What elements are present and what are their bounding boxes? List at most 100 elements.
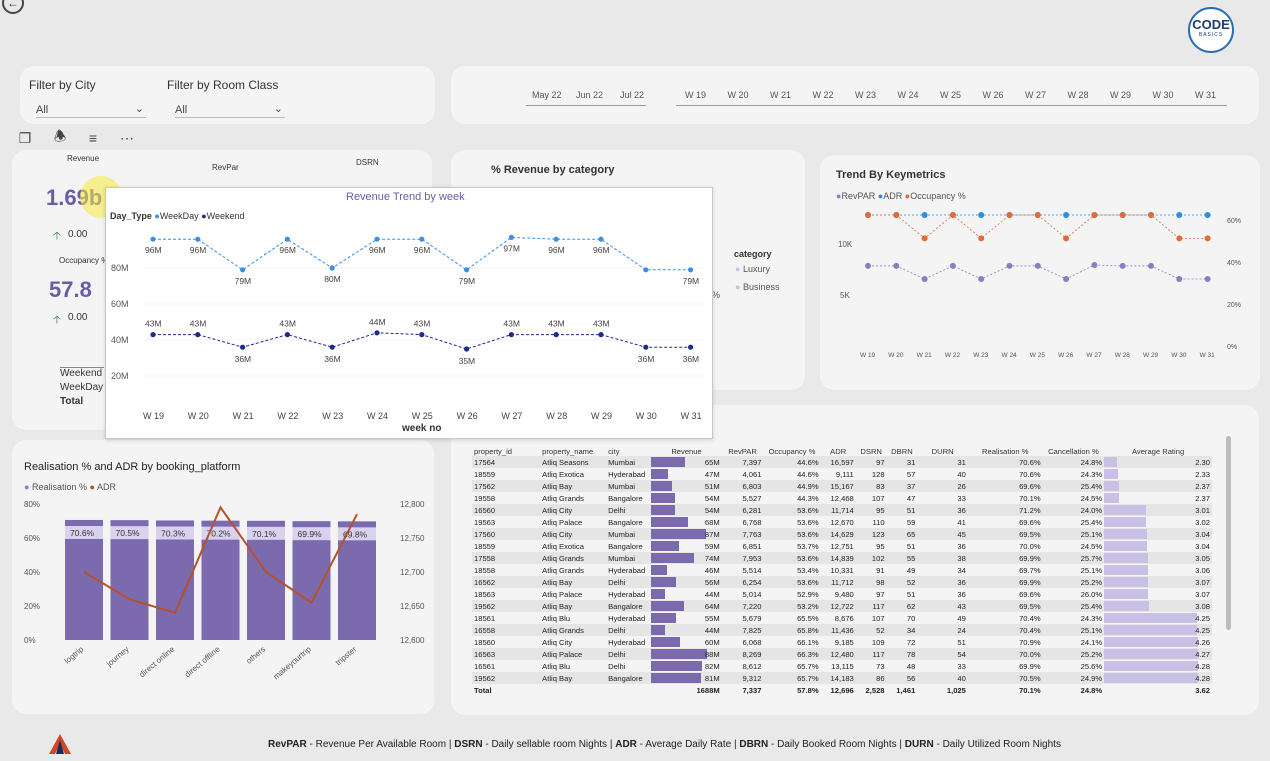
table-cell: 3.07 xyxy=(1104,576,1212,588)
week-item[interactable]: W 19 xyxy=(685,90,706,100)
table-cell: 88M xyxy=(651,648,722,660)
table-cell: 47 xyxy=(906,493,916,503)
table-row: 17558 Atliq Grands Mumbai 74M 7,953 53.6% 14,8… xyxy=(472,552,1212,564)
data-label: 96M xyxy=(369,245,386,255)
table-cell: 25.1% xyxy=(1042,528,1105,540)
week-item[interactable]: W 24 xyxy=(898,90,919,100)
week-item[interactable]: W 31 xyxy=(1195,90,1216,100)
copy-button[interactable]: ❐ xyxy=(14,127,36,149)
table-cell: 33 xyxy=(957,493,966,503)
column-header[interactable]: Occupancy % xyxy=(763,428,820,456)
column-header[interactable]: Realisation % xyxy=(968,428,1043,456)
table-total-row: Total 1688M 7,337 57.8% 12,696 2,528 1,461 1,02… xyxy=(472,684,1212,696)
table-cell: Atliq Palace xyxy=(542,517,583,527)
y2-tick-label: 12,750 xyxy=(400,534,425,543)
x-tick-label: W 29 xyxy=(1143,352,1159,359)
data-label: 70.3% xyxy=(161,528,186,538)
x-tick-label: W 20 xyxy=(188,411,209,421)
week-item[interactable]: W 28 xyxy=(1068,90,1089,100)
data-point xyxy=(508,332,514,338)
column-header[interactable]: Cancellation % xyxy=(1043,428,1105,456)
week-item[interactable]: W 23 xyxy=(855,90,876,100)
table-cell: 18559 xyxy=(474,469,496,479)
table-cell: 24.3% xyxy=(1080,469,1103,479)
table-cell: 48 xyxy=(906,661,916,671)
table-cell: 4.25 xyxy=(1104,624,1212,636)
notification-button[interactable]: 🕭 xyxy=(49,127,71,149)
table-cell: 62 xyxy=(886,600,918,612)
table-cell: 34 xyxy=(886,624,918,636)
table-cell: 19558 xyxy=(474,493,496,503)
column-header[interactable]: ADR xyxy=(821,428,856,456)
column-header[interactable]: RevPAR xyxy=(722,428,764,456)
data-point xyxy=(240,344,246,350)
month-item[interactable]: May 22 xyxy=(532,90,562,100)
table-cell: 7,397 xyxy=(721,456,764,468)
atliq-logo xyxy=(47,732,73,756)
column-header[interactable]: DURN xyxy=(917,428,968,456)
table-cell xyxy=(540,684,606,696)
table-cell: 16563 xyxy=(472,648,541,660)
table-cell: 2.37 xyxy=(1104,492,1212,504)
data-point xyxy=(893,212,900,218)
table-cell: 25.1% xyxy=(1042,624,1105,636)
table-cell: 36 xyxy=(917,504,968,516)
data-label: 96M xyxy=(145,245,162,255)
city-filter-dropdown[interactable]: All ⌄ xyxy=(36,103,146,118)
table-cell: 3.04 xyxy=(1104,540,1212,552)
table-cell: 87M xyxy=(651,528,722,540)
data-point xyxy=(329,344,335,350)
y2-tick-label: 12,700 xyxy=(400,568,425,577)
table-cell: 69.7% xyxy=(1019,565,1041,575)
table-cell: 7,220 xyxy=(721,600,764,612)
table-cell: 34 xyxy=(957,565,966,575)
week-item[interactable]: W 29 xyxy=(1110,90,1131,100)
x-tick-label: W 19 xyxy=(143,411,164,421)
x-tick-label: direct offline xyxy=(183,644,222,679)
table-cell: 53.6% xyxy=(797,517,819,527)
table-cell: 70.4% xyxy=(1019,613,1041,623)
x-tick-label: W 24 xyxy=(367,411,388,421)
month-item[interactable]: Jun 22 xyxy=(576,90,603,100)
table-row: 17562 Atliq Bay Mumbai 51M 6,803 44.9% 15,167 8… xyxy=(472,480,1212,492)
week-item[interactable]: W 26 xyxy=(983,90,1004,100)
data-point xyxy=(1091,212,1098,218)
table-cell: 83 xyxy=(855,480,887,492)
week-item[interactable]: W 30 xyxy=(1153,90,1174,100)
y2-tick-label: 20% xyxy=(1227,302,1241,309)
table-cell: 11,714 xyxy=(820,504,856,516)
table-cell: 8,269 xyxy=(721,648,764,660)
room-class-filter-dropdown[interactable]: All ⌄ xyxy=(175,103,285,118)
table-cell: 66.3% xyxy=(763,648,821,660)
x-tick-label: W 23 xyxy=(322,411,343,421)
week-item[interactable]: W 21 xyxy=(770,90,791,100)
category-clipped-label: % xyxy=(712,290,721,300)
filter-button[interactable]: ≡ xyxy=(82,127,104,149)
column-header[interactable]: DBRN xyxy=(887,428,918,456)
table-cell: 6,281 xyxy=(721,504,764,516)
y2-tick-label: 12,650 xyxy=(400,602,425,611)
week-item[interactable]: W 27 xyxy=(1025,90,1046,100)
kpi-row-weekend: Weekend xyxy=(60,368,103,379)
month-item[interactable]: Jul 22 xyxy=(620,90,644,100)
table-cell: 2.33 xyxy=(1104,468,1212,480)
column-header[interactable]: Average Rating xyxy=(1104,428,1212,456)
table-cell: 51 xyxy=(906,541,916,551)
week-item[interactable]: W 22 xyxy=(813,90,834,100)
table-cell: Mumbai xyxy=(606,552,652,564)
column-header[interactable]: DSRN xyxy=(856,428,887,456)
table-cell: 17564 xyxy=(472,456,541,468)
data-label: 43M xyxy=(548,319,565,329)
table-scrollbar[interactable] xyxy=(1226,436,1231,630)
data-point xyxy=(464,346,470,352)
more-options-button[interactable]: ⋯ xyxy=(116,127,138,149)
data-point xyxy=(1063,212,1070,218)
table-cell: 117 xyxy=(855,648,887,660)
keymetrics-title: Trend By Keymetrics xyxy=(836,169,946,181)
occupancy-kpi-label: Occupancy % xyxy=(59,256,109,265)
week-item[interactable]: W 20 xyxy=(728,90,749,100)
table-cell: 4.28 xyxy=(1104,672,1212,684)
back-button[interactable]: ← xyxy=(2,0,24,14)
data-point xyxy=(978,235,985,242)
week-item[interactable]: W 25 xyxy=(940,90,961,100)
